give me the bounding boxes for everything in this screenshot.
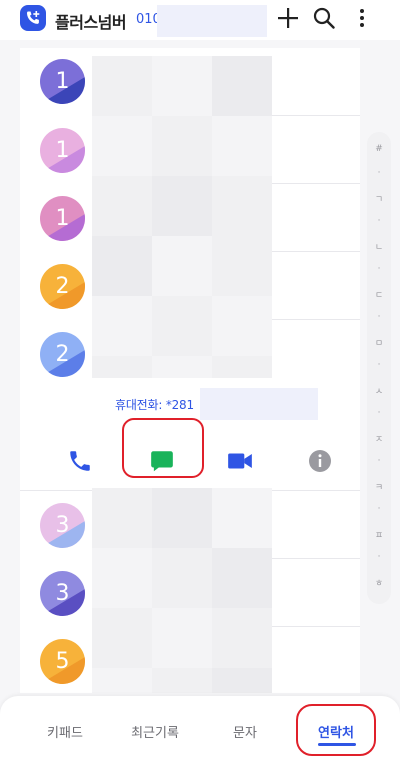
contacts-tab-highlight [296, 704, 376, 756]
contact-avatar: 3 [40, 503, 85, 548]
name-redacted [92, 488, 152, 548]
phone-plus-icon [20, 5, 46, 31]
more-vertical-icon [360, 9, 364, 27]
info-icon [309, 450, 331, 472]
contact-initial: 1 [55, 69, 70, 94]
contact-initial: 1 [55, 138, 70, 163]
contact-initial: 3 [55, 513, 70, 538]
index-item[interactable]: ㅈ [367, 432, 391, 445]
video-camera-icon [228, 453, 252, 469]
app-title: 플러스넘버 [55, 13, 127, 32]
number-redacted [157, 5, 267, 37]
index-item[interactable]: # [367, 144, 391, 154]
phone-number-redacted [200, 388, 318, 420]
phone-icon [70, 451, 90, 471]
index-dot: · [377, 456, 381, 466]
index-dot: · [377, 264, 381, 274]
index-item[interactable]: ㄷ [367, 288, 391, 301]
contact-initial: 1 [55, 206, 70, 231]
search-icon [313, 7, 335, 29]
index-item[interactable]: ㅍ [367, 528, 391, 541]
index-dot: · [377, 360, 381, 370]
tab-keypad[interactable]: 키패드 [47, 722, 83, 741]
index-item[interactable]: ㄴ [367, 240, 391, 253]
index-item[interactable]: ㅅ [367, 384, 391, 397]
contact-initial: 2 [55, 342, 70, 367]
contact-list[interactable]: 1 1 1 2 2 휴대전화: *281 3 3 5 [20, 48, 360, 693]
call-button[interactable] [60, 441, 100, 481]
contact-avatar: 2 [40, 332, 85, 377]
top-bar: 플러스넘버 010 [0, 0, 400, 40]
index-dot: · [377, 168, 381, 178]
tab-recent-calls[interactable]: 최근기록 [131, 722, 179, 741]
add-button[interactable] [275, 5, 301, 31]
search-button[interactable] [311, 5, 337, 31]
index-scrollbar[interactable]: # · ㄱ · ㄴ · ㄷ · ㅁ · ㅅ · ㅈ · ㅋ · ㅍ · ㅎ [367, 132, 391, 604]
index-item[interactable]: ㄱ [367, 192, 391, 205]
index-item[interactable]: ㅁ [367, 336, 391, 349]
contact-avatar: 3 [40, 571, 85, 616]
mobile-phone-label: 휴대전화: *281 [115, 398, 194, 412]
contact-avatar: 1 [40, 196, 85, 241]
contact-initial: 5 [55, 649, 70, 674]
index-item[interactable]: ㅎ [367, 576, 391, 589]
contact-avatar: 1 [40, 128, 85, 173]
index-dot: · [377, 312, 381, 322]
index-dot: · [377, 408, 381, 418]
index-dot: · [377, 504, 381, 514]
app-root: 플러스넘버 010 1 1 1 2 2 휴대전화: *281 3 3 5 # ·… [0, 0, 400, 763]
contact-initial: 2 [55, 274, 70, 299]
name-redacted [92, 56, 152, 116]
plus-icon [278, 8, 298, 28]
more-menu-button[interactable] [349, 5, 375, 31]
video-call-button[interactable] [220, 441, 260, 481]
index-item[interactable]: ㅋ [367, 480, 391, 493]
contact-initial: 3 [55, 581, 70, 606]
contact-info-button[interactable] [300, 441, 340, 481]
contact-avatar: 1 [40, 59, 85, 104]
contact-avatar: 5 [40, 639, 85, 684]
index-dot: · [377, 552, 381, 562]
index-dot: · [377, 216, 381, 226]
message-button-highlight [122, 418, 204, 478]
tab-messages[interactable]: 문자 [233, 722, 257, 741]
contact-avatar: 2 [40, 264, 85, 309]
